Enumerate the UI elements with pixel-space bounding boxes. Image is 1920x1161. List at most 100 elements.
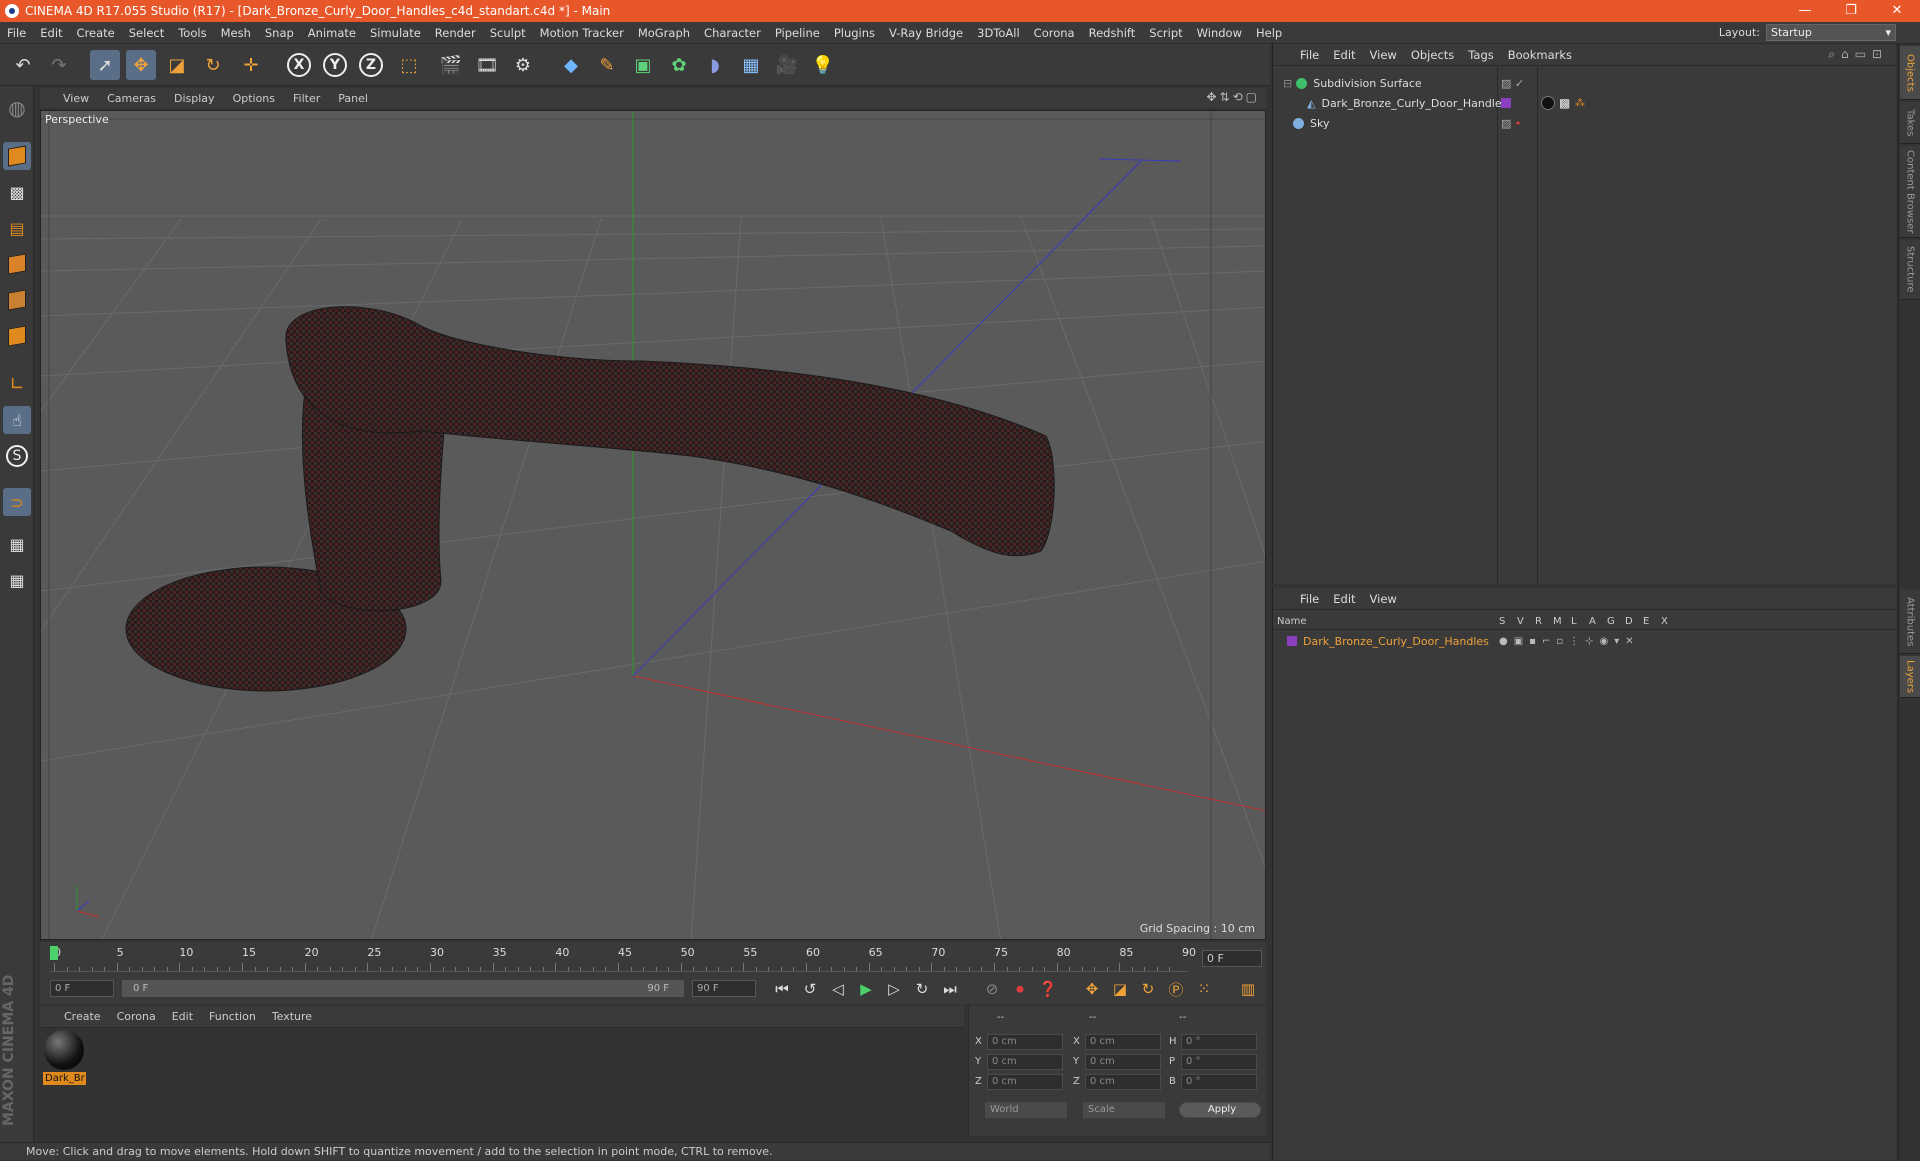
cube-primitive-icon[interactable]: ◆ xyxy=(556,50,586,80)
next-frame-icon[interactable]: ▷ xyxy=(882,977,906,1001)
snap-icon[interactable]: S xyxy=(3,442,31,470)
points-mode-icon[interactable] xyxy=(3,250,31,278)
transform-tool-icon[interactable]: ✛ xyxy=(236,50,266,80)
layout-dropdown[interactable]: Startup xyxy=(1766,24,1896,41)
viewport-menu-options[interactable]: Options xyxy=(224,92,284,105)
rot-h-field[interactable]: 0 ° xyxy=(1181,1034,1257,1050)
menu-motion-tracker[interactable]: Motion Tracker xyxy=(533,22,631,44)
maximize-button[interactable]: ❐ xyxy=(1828,0,1874,22)
objects-menu-tags[interactable]: Tags xyxy=(1461,48,1500,62)
menu-select[interactable]: Select xyxy=(122,22,171,44)
spline-pen-icon[interactable]: ✎ xyxy=(592,50,622,80)
viewport-menu-display[interactable]: Display xyxy=(165,92,224,105)
layer-name[interactable]: Dark_Bronze_Curly_Door_Handles xyxy=(1303,635,1489,648)
menu-3dtoall[interactable]: 3DToAll xyxy=(970,22,1027,44)
magnet-icon[interactable]: ⊃ xyxy=(3,488,31,516)
material-tag-icon[interactable] xyxy=(1541,96,1555,110)
menu-create[interactable]: Create xyxy=(70,22,122,44)
menu-file[interactable]: File xyxy=(0,22,33,44)
pos-x-field[interactable]: 0 cm xyxy=(987,1034,1063,1050)
tab-content-browser[interactable]: Content Browser xyxy=(1900,146,1920,238)
tab-takes[interactable]: Takes xyxy=(1900,102,1920,144)
end-frame-field[interactable]: 90 F xyxy=(692,980,756,997)
layer-color-swatch[interactable] xyxy=(1501,98,1511,108)
coordinate-mode-dropdown[interactable]: World xyxy=(985,1102,1067,1118)
texture-tag-icon[interactable]: ▩ xyxy=(1559,96,1570,110)
material-menu-edit[interactable]: Edit xyxy=(164,1010,201,1023)
visibility-toggle-icon[interactable]: ▨ ✓ xyxy=(1501,77,1524,90)
objects-menu-objects[interactable]: Objects xyxy=(1404,48,1461,62)
polygons-mode-icon[interactable] xyxy=(3,322,31,350)
layer-toggle-icons[interactable]: ●▣▪⌐▫⋮⊹◉▾✕ xyxy=(1499,636,1640,647)
rotate-tool-icon[interactable]: ↻ xyxy=(198,50,228,80)
pos-y-field[interactable]: 0 cm xyxy=(987,1054,1063,1070)
layer-row[interactable]: Dark_Bronze_Curly_Door_Handles ●▣▪⌐▫⋮⊹◉▾… xyxy=(1273,632,1897,650)
perspective-viewport[interactable]: Perspective Grid Spacing : 10 cm xyxy=(40,110,1266,940)
x-axis-lock-button[interactable]: X xyxy=(284,50,314,80)
key-position-icon[interactable]: ✥ xyxy=(1080,977,1104,1001)
material-preview-sphere[interactable] xyxy=(44,1030,84,1070)
objects-menu-edit[interactable]: Edit xyxy=(1326,48,1362,62)
workplane-align-icon[interactable]: ▦ xyxy=(3,566,31,594)
viewport-navigation-icons[interactable]: ✥⇅⟲▢ xyxy=(1206,90,1260,104)
timeline-ruler[interactable]: 051015202530354045505560657075808590 xyxy=(50,946,1196,972)
size-y-field[interactable]: 0 cm xyxy=(1085,1054,1161,1070)
viewport-menu-cameras[interactable]: Cameras xyxy=(98,92,165,105)
redo-icon[interactable]: ↷ xyxy=(44,50,74,80)
rot-p-field[interactable]: 0 ° xyxy=(1181,1054,1257,1070)
size-z-field[interactable]: 0 cm xyxy=(1085,1074,1161,1090)
key-pla-icon[interactable]: ⁙ xyxy=(1192,977,1216,1001)
menu-character[interactable]: Character xyxy=(697,22,768,44)
model-mode-icon[interactable] xyxy=(3,142,31,170)
current-frame-field[interactable]: 0 F xyxy=(1202,950,1262,967)
menu-simulate[interactable]: Simulate xyxy=(363,22,428,44)
go-to-start-icon[interactable]: ⏮ xyxy=(770,977,794,1001)
menu-tools[interactable]: Tools xyxy=(171,22,213,44)
light-icon[interactable]: 💡 xyxy=(808,50,838,80)
pos-z-field[interactable]: 0 cm xyxy=(987,1074,1063,1090)
object-row-subdivision-surface[interactable]: ⊟ Subdivision Surface ▨ ✓ xyxy=(1273,74,1897,92)
select-arrow-icon[interactable]: ➚ xyxy=(90,50,120,80)
menu-plugins[interactable]: Plugins xyxy=(827,22,882,44)
menu-redshift[interactable]: Redshift xyxy=(1082,22,1143,44)
layers-menu-view[interactable]: View xyxy=(1363,592,1404,606)
menu-snap[interactable]: Snap xyxy=(258,22,301,44)
tab-structure[interactable]: Structure xyxy=(1900,240,1920,300)
menu-mograph[interactable]: MoGraph xyxy=(631,22,697,44)
workplane-mode-icon[interactable]: ▤ xyxy=(3,214,31,242)
autokeying-icon[interactable]: ❓ xyxy=(1036,977,1060,1001)
undo-icon[interactable]: ↶ xyxy=(8,50,38,80)
menu-help[interactable]: Help xyxy=(1249,22,1289,44)
viewport-menu-filter[interactable]: Filter xyxy=(284,92,329,105)
apply-button[interactable]: Apply xyxy=(1179,1102,1261,1118)
close-button[interactable]: ✕ xyxy=(1874,0,1920,22)
deformer-icon[interactable]: ◗ xyxy=(700,50,730,80)
scale-tool-icon[interactable]: ◪ xyxy=(162,50,192,80)
material-name-label[interactable]: Dark_Br xyxy=(43,1072,86,1085)
coordinate-system-icon[interactable]: ⬚ xyxy=(394,50,424,80)
make-editable-icon[interactable]: ◍ xyxy=(3,94,31,122)
move-tool-icon[interactable]: ✥ xyxy=(126,50,156,80)
material-menu-create[interactable]: Create xyxy=(56,1010,109,1023)
floor-icon[interactable]: ▦ xyxy=(736,50,766,80)
key-rotation-icon[interactable]: ↻ xyxy=(1136,977,1160,1001)
tab-layers[interactable]: Layers xyxy=(1900,656,1920,698)
edges-mode-icon[interactable] xyxy=(3,286,31,314)
next-key-icon[interactable]: ↻ xyxy=(910,977,934,1001)
objects-menu-view[interactable]: View xyxy=(1363,48,1404,62)
material-menu-function[interactable]: Function xyxy=(201,1010,264,1023)
y-axis-lock-button[interactable]: Y xyxy=(320,50,350,80)
frame-range-slider[interactable]: 0 F 90 F xyxy=(122,980,684,997)
axis-mode-icon[interactable]: ∟ xyxy=(3,370,31,398)
layers-menu-file[interactable]: File xyxy=(1293,592,1326,606)
start-frame-field[interactable]: 0 F xyxy=(50,980,114,997)
menu-animate[interactable]: Animate xyxy=(301,22,363,44)
objects-menu-bookmarks[interactable]: Bookmarks xyxy=(1501,48,1579,62)
mograph-cloner-icon[interactable]: ✿ xyxy=(664,50,694,80)
camera-icon[interactable]: 🎥 xyxy=(772,50,802,80)
menu-render[interactable]: Render xyxy=(428,22,483,44)
key-scale-icon[interactable]: ◪ xyxy=(1108,977,1132,1001)
workplane-lock-icon[interactable]: ▦ xyxy=(3,530,31,558)
viewport-menu-panel[interactable]: Panel xyxy=(329,92,377,105)
rot-b-field[interactable]: 0 ° xyxy=(1181,1074,1257,1090)
